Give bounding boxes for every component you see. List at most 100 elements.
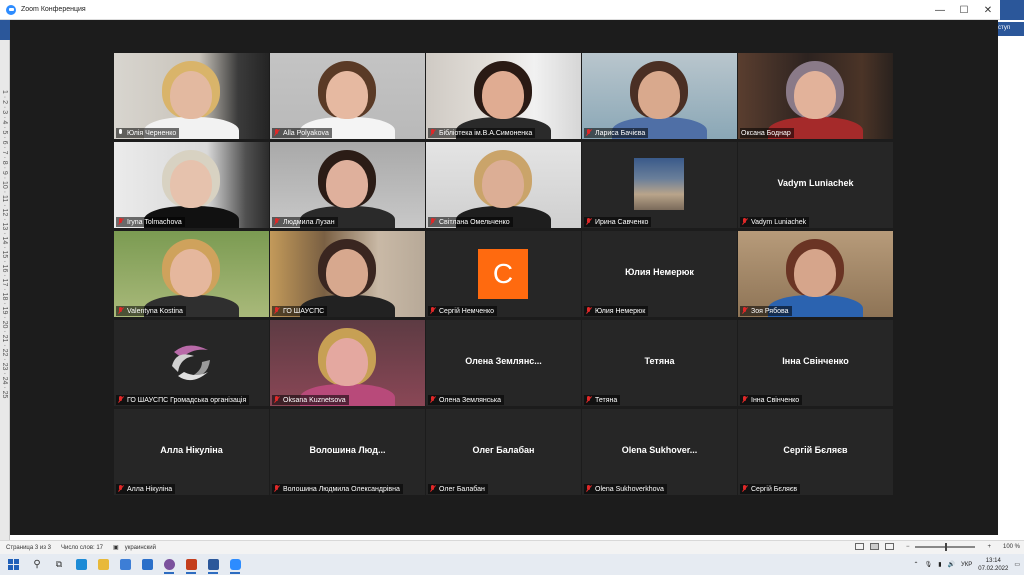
chevron-up-icon[interactable]: ⌃ <box>914 561 919 568</box>
participant-tile[interactable]: Юлия Немерюк Юлия Немерюк <box>582 231 737 317</box>
participant-video <box>270 142 425 228</box>
close-button[interactable]: ✕ <box>976 0 1000 20</box>
zoom-title-bar[interactable]: Zoom Конференция — ☐ ✕ <box>0 0 1000 20</box>
store-icon-glyph <box>119 559 131 570</box>
windows-logo-pane <box>7 559 13 564</box>
file-explorer-icon[interactable] <box>92 554 114 575</box>
mic-muted-icon <box>585 485 592 493</box>
participant-tile[interactable]: Алла Нікуліна Алла Нікуліна <box>114 409 269 495</box>
participant-tile[interactable]: Лариса Бачієва <box>582 53 737 139</box>
participant-name: Valentyna Kostina <box>127 307 183 315</box>
participant-tile[interactable]: Олег Балабан Олег Балабан <box>426 409 581 495</box>
zoom-gallery-view: Юлія Черненко Alla Polyakova Бiблiотека iм… <box>10 20 998 535</box>
participant-tile[interactable]: ГО ШАУСПС Громадська організація <box>114 320 269 406</box>
participant-name: Тетяна <box>595 396 618 404</box>
mic-muted-icon <box>741 307 748 315</box>
participant-name-bar: Valentyna Kostina <box>116 306 186 316</box>
participant-name: Oksana Kuznetsova <box>283 396 346 404</box>
participant-display-name: Olena Sukhover... <box>621 445 698 455</box>
mic-muted-icon <box>117 396 124 404</box>
viber-icon[interactable] <box>158 554 180 575</box>
zoom-slider[interactable] <box>915 542 976 551</box>
participant-photo <box>634 158 684 210</box>
participant-tile[interactable]: Iryna Tolmachova <box>114 142 269 228</box>
web-layout-icon[interactable] <box>884 543 894 550</box>
clock-time: 13:14 <box>985 557 1001 564</box>
mic-muted-icon <box>273 129 280 137</box>
document-language[interactable]: украинский <box>125 545 156 551</box>
notifications-icon[interactable]: ▭ <box>1014 561 1020 568</box>
mail-icon[interactable] <box>136 554 158 575</box>
zoom-level[interactable]: 100 % <box>1003 544 1020 550</box>
windows-taskbar: ⚲ ⧉ ⌃ 🎙 ▮ 🔊 УКР 13:14 07.02.2022 ▭ <box>0 554 1024 575</box>
participant-tile[interactable]: Сергій Бєляєв Сергій Бєляєв <box>738 409 893 495</box>
participant-tile[interactable]: Ирина Савченко <box>582 142 737 228</box>
participant-face <box>794 71 836 119</box>
task-view-icon[interactable]: ⧉ <box>48 554 70 575</box>
start-button[interactable] <box>0 554 26 575</box>
mic-muted-icon <box>273 218 280 226</box>
participant-tile[interactable]: Oksana Kuznetsova <box>270 320 425 406</box>
participant-name-bar: Сергій Бєляєв <box>740 484 801 494</box>
participant-tile[interactable]: Valentyna Kostina <box>114 231 269 317</box>
participant-name-bar: Олег Балабан <box>428 484 488 494</box>
word-count[interactable]: Число слов: 17 <box>61 545 103 551</box>
microphone-icon[interactable]: 🎙 <box>925 561 933 568</box>
word-right-edge <box>998 20 1024 540</box>
participant-tile[interactable]: ГО ШАУСПС <box>270 231 425 317</box>
input-language[interactable]: УКР <box>961 562 972 568</box>
participant-tile[interactable]: Світлана Омельченко <box>426 142 581 228</box>
participant-tile[interactable]: Юлія Черненко <box>114 53 269 139</box>
zoom-icon-glyph <box>229 559 241 570</box>
search-icon[interactable]: ⚲ <box>26 554 48 575</box>
mic-muted-icon <box>117 485 124 493</box>
participant-tile[interactable]: Alla Polyakova <box>270 53 425 139</box>
participant-tile[interactable]: Vadym Luniachek Vadym Luniachek <box>738 142 893 228</box>
proofing-icon[interactable]: ▣ <box>113 544 119 551</box>
participant-tile[interactable]: Olena Sukhover... Olena Sukhoverkhova <box>582 409 737 495</box>
windows-logo-pane <box>7 565 13 570</box>
zoom-in-icon[interactable]: + <box>987 544 991 550</box>
word-icon[interactable] <box>202 554 224 575</box>
participant-tile[interactable]: Оксана Боднар <box>738 53 893 139</box>
mic-muted-icon <box>741 218 748 226</box>
participant-tile[interactable]: C Сергій Немченко <box>426 231 581 317</box>
participant-video <box>114 231 269 317</box>
maximize-button[interactable]: ☐ <box>952 0 976 20</box>
participant-tile[interactable]: Інна Свінченко Інна Свінченко <box>738 320 893 406</box>
zoom-icon[interactable] <box>224 554 246 575</box>
vertical-ruler: 1 · 2 · 3 · 4 · 5 · 6 · 7 · 8 · 9 · 10 ·… <box>0 40 10 540</box>
viber-icon-glyph <box>163 559 175 570</box>
windows-logo-icon <box>7 559 19 570</box>
participant-display-name: Сергій Бєляєв <box>783 445 848 455</box>
print-layout-icon[interactable] <box>869 543 879 550</box>
powerpoint-icon[interactable] <box>180 554 202 575</box>
edge-icon[interactable] <box>70 554 92 575</box>
read-mode-icon[interactable] <box>854 543 864 550</box>
window-controls: — ☐ ✕ <box>928 0 1000 20</box>
participant-name-bar: Юлія Черненко <box>116 128 180 138</box>
participant-tile[interactable]: Бiблiотека iм.В.А.Симоненка <box>426 53 581 139</box>
word-access-fragment[interactable]: ступ <box>998 22 1024 36</box>
participant-display-name: Тетяна <box>644 356 675 366</box>
edge-icon-glyph <box>75 559 87 570</box>
participant-face <box>482 71 524 119</box>
participant-tile[interactable]: Тетяна Тетяна <box>582 320 737 406</box>
participant-tile[interactable]: Олена Землянс... Олена Землянська <box>426 320 581 406</box>
participant-tile[interactable]: Волошина Люд... Волошина Людмила Олександ… <box>270 409 425 495</box>
clock[interactable]: 13:14 07.02.2022 <box>978 557 1008 573</box>
mic-muted-icon <box>585 129 592 137</box>
participant-tile[interactable]: Людмила Лузан <box>270 142 425 228</box>
volume-icon[interactable]: 🔊 <box>948 561 955 568</box>
participant-name: Лариса Бачієва <box>595 129 646 137</box>
network-icon[interactable]: ▮ <box>938 561 941 568</box>
page-count[interactable]: Страница 3 из 3 <box>6 545 51 551</box>
zoom-out-icon[interactable]: − <box>906 544 910 550</box>
mic-muted-icon <box>429 307 436 315</box>
minimize-button[interactable]: — <box>928 0 952 20</box>
participant-display-name: Інна Свінченко <box>782 356 849 366</box>
participant-name: Інна Свінченко <box>751 396 800 404</box>
participant-name-bar: Алла Нікуліна <box>116 484 176 494</box>
store-icon[interactable] <box>114 554 136 575</box>
participant-tile[interactable]: Зоя Рябова <box>738 231 893 317</box>
